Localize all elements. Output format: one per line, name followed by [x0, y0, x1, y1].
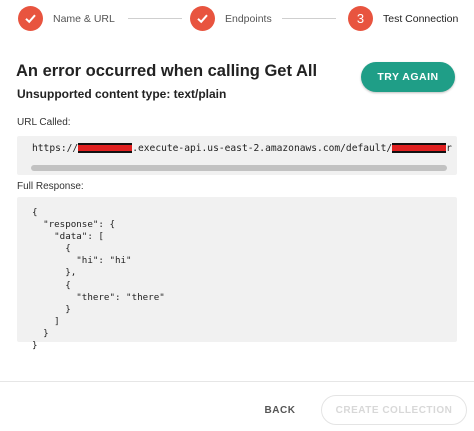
redaction-mark	[392, 143, 447, 153]
scrollbar-thumb[interactable]	[31, 165, 447, 171]
response-code-box: { "response": { "data": [ { "hi": "hi" }…	[17, 197, 457, 351]
check-icon	[190, 6, 215, 31]
stepper: Name & URL Endpoints 3 Test Connection	[18, 6, 460, 32]
back-button[interactable]: BACK	[258, 397, 302, 423]
url-middle: .execute-api.us-east-2.amazonaws.com/def…	[132, 143, 393, 154]
footer-divider	[0, 381, 474, 382]
step-label: Endpoints	[225, 12, 272, 25]
url-called-label: URL Called:	[17, 117, 71, 128]
response-json: { "response": { "data": [ { "hi": "hi" }…	[32, 207, 165, 352]
step-label: Test Connection	[383, 12, 459, 25]
step-label: Name & URL	[53, 12, 115, 25]
redaction-mark	[78, 143, 133, 153]
step-number-badge: 3	[348, 6, 373, 31]
full-response-label: Full Response:	[17, 181, 84, 192]
horizontal-scrollbar[interactable]	[17, 165, 457, 171]
step-endpoints[interactable]: Endpoints	[190, 6, 272, 31]
create-collection-button[interactable]: CREATE COLLECTION	[321, 395, 467, 425]
check-icon	[18, 6, 43, 31]
try-again-button[interactable]: TRY AGAIN	[361, 62, 455, 92]
url-prefix: https://	[32, 143, 79, 154]
step-connector	[128, 18, 182, 19]
step-test-connection[interactable]: 3 Test Connection	[348, 6, 458, 31]
url-suffix: r	[446, 143, 452, 154]
error-title: An error occurred when calling Get All	[16, 62, 318, 80]
step-connector	[282, 18, 336, 19]
step-name-url[interactable]: Name & URL	[18, 6, 115, 31]
url-text: https:// .execute-api.us-east-2.amazonaws…	[32, 143, 452, 154]
error-subtitle: Unsupported content type: text/plain	[17, 87, 227, 101]
url-code-box[interactable]: https:// .execute-api.us-east-2.amazonaws…	[17, 136, 457, 175]
